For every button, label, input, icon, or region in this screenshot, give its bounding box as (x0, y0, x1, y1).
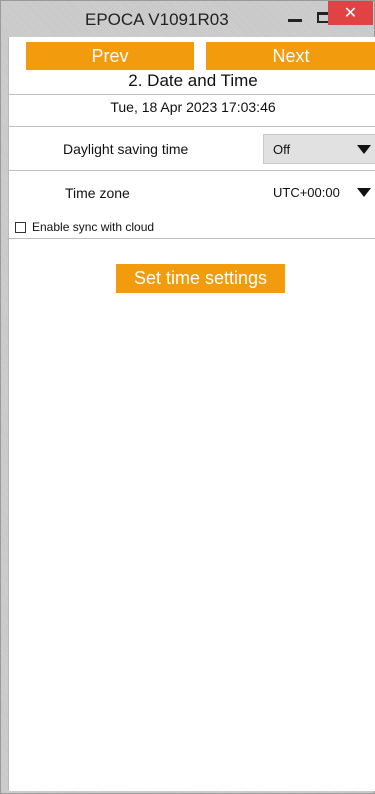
close-icon: ✕ (343, 3, 358, 22)
window-title: EPOCA V1091R03 (85, 10, 229, 29)
page-title: 2. Date and Time (128, 71, 258, 90)
dst-label: Daylight saving time (63, 141, 189, 157)
timezone-select[interactable]: UTC+00:00 (263, 177, 375, 207)
prev-button[interactable]: Prev (26, 42, 194, 70)
chevron-down-icon (352, 144, 375, 154)
dst-value: Off (273, 141, 291, 157)
divider (9, 170, 375, 171)
set-time-settings-button[interactable]: Set time settings (116, 264, 285, 293)
divider (9, 238, 375, 239)
divider (9, 94, 375, 95)
minimize-button[interactable] (281, 3, 309, 31)
title-bar[interactable]: EPOCA V1091R03 ✕ (1, 1, 374, 37)
current-datetime: Tue, 18 Apr 2023 17:03:46 (110, 99, 276, 115)
cloud-sync-option[interactable]: Enable sync with cloud (15, 220, 154, 234)
timezone-value: UTC+00:00 (273, 184, 340, 200)
cloud-sync-label: Enable sync with cloud (32, 220, 155, 234)
close-button[interactable]: ✕ (328, 1, 373, 25)
chevron-down-icon (352, 187, 375, 197)
cloud-sync-checkbox[interactable] (15, 221, 26, 233)
divider (9, 126, 375, 127)
timezone-label: Time zone (65, 185, 130, 201)
app-window: EPOCA V1091R03 ✕ Prev Next 2. Date and T… (0, 0, 375, 794)
minimize-icon (288, 18, 302, 22)
next-button[interactable]: Next (206, 42, 375, 70)
dst-select[interactable]: Off (263, 134, 375, 164)
main-panel: Prev Next 2. Date and Time Tue, 18 Apr 2… (8, 37, 375, 791)
